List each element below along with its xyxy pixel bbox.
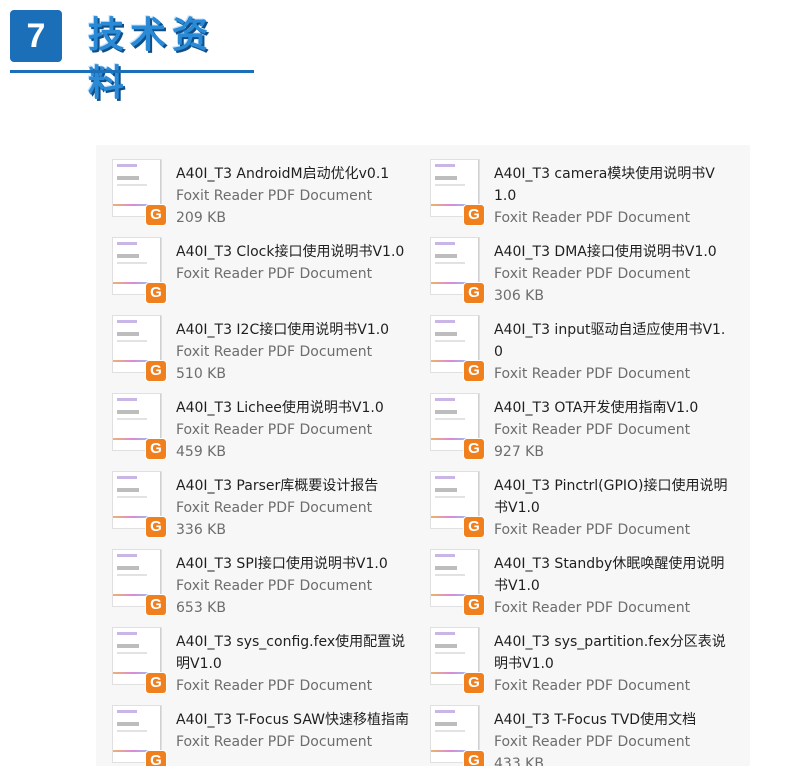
file-item[interactable]: G A40I_T3 I2C接口使用说明书V1.0 Foxit Reader PD… [96, 305, 412, 382]
file-info: A40I_T3 OTA开发使用指南V1.0 Foxit Reader PDF D… [494, 397, 728, 463]
file-size: 209 KB [176, 210, 226, 226]
file-type: Foxit Reader PDF Document [176, 422, 373, 438]
file-item[interactable]: G A40I_T3 T-Focus SAW快速移植指南 Foxit Reader… [96, 695, 412, 766]
section-header: 7 技术资料 [10, 10, 254, 104]
file-info: A40I_T3 Clock接口使用说明书V1.0 Foxit Reader PD… [176, 241, 410, 285]
file-name: A40I_T3 camera模块使用说明书V1.0 [494, 166, 715, 204]
file-name: A40I_T3 T-Focus SAW快速移植指南 [176, 712, 409, 728]
foxit-reader-icon: G [146, 361, 166, 381]
file-item[interactable]: G A40I_T3 Pinctrl(GPIO)接口使用说明书V1.0 Foxit… [414, 461, 730, 538]
file-name: A40I_T3 I2C接口使用说明书V1.0 [176, 322, 390, 338]
file-size: 306 KB [494, 288, 544, 304]
foxit-reader-icon: G [146, 595, 166, 615]
file-name: A40I_T3 sys_partition.fex分区表说明书V1.0 [494, 634, 726, 672]
foxit-reader-icon: G [464, 283, 484, 303]
file-info: A40I_T3 Pinctrl(GPIO)接口使用说明书V1.0 Foxit R… [494, 475, 728, 541]
file-item[interactable]: G A40I_T3 SPI接口使用说明书V1.0 Foxit Reader PD… [96, 539, 412, 616]
file-name: A40I_T3 OTA开发使用指南V1.0 [494, 400, 699, 416]
file-name: A40I_T3 Lichee使用说明书V1.0 [176, 400, 384, 416]
file-item[interactable]: G A40I_T3 Clock接口使用说明书V1.0 Foxit Reader … [96, 227, 412, 303]
file-name: A40I_T3 T-Focus TVD使用文档 [494, 712, 697, 728]
file-item[interactable]: G A40I_T3 Standby休眠唤醒使用说明书V1.0 Foxit Rea… [414, 539, 730, 616]
file-name: A40I_T3 input驱动自适应使用书V1.0 [494, 322, 726, 360]
file-info: A40I_T3 input驱动自适应使用书V1.0 Foxit Reader P… [494, 319, 728, 385]
file-type: Foxit Reader PDF Document [494, 366, 691, 382]
foxit-reader-icon: G [464, 517, 484, 537]
foxit-reader-icon: G [146, 751, 166, 766]
file-name: A40I_T3 Standby休眠唤醒使用说明书V1.0 [494, 556, 725, 594]
file-type: Foxit Reader PDF Document [176, 344, 373, 360]
file-type: Foxit Reader PDF Document [494, 266, 691, 282]
page: 7 技术资料 G A40I_T3 AndroidM启动优化v0.1 Foxit … [0, 0, 808, 766]
foxit-reader-icon: G [146, 439, 166, 459]
file-size: 510 KB [176, 366, 226, 382]
file-type: Foxit Reader PDF Document [494, 522, 691, 538]
file-info: A40I_T3 Lichee使用说明书V1.0 Foxit Reader PDF… [176, 397, 410, 463]
file-name: A40I_T3 SPI接口使用说明书V1.0 [176, 556, 388, 572]
file-size: 459 KB [176, 444, 226, 460]
foxit-reader-icon: G [146, 673, 166, 693]
file-item[interactable]: G A40I_T3 sys_partition.fex分区表说明书V1.0 Fo… [414, 617, 730, 694]
file-item[interactable]: G A40I_T3 AndroidM启动优化v0.1 Foxit Reader … [96, 149, 412, 226]
file-item[interactable]: G A40I_T3 DMA接口使用说明书V1.0 Foxit Reader PD… [414, 227, 730, 304]
section-number-badge: 7 [10, 10, 62, 62]
file-type: Foxit Reader PDF Document [494, 210, 691, 226]
file-name: A40I_T3 Parser库概要设计报告 [176, 478, 379, 494]
file-info: A40I_T3 Standby休眠唤醒使用说明书V1.0 Foxit Reade… [494, 553, 728, 619]
file-type: Foxit Reader PDF Document [494, 422, 691, 438]
file-type: Foxit Reader PDF Document [494, 734, 691, 750]
file-size: 336 KB [176, 522, 226, 538]
file-name: A40I_T3 AndroidM启动优化v0.1 [176, 166, 390, 182]
file-size: 653 KB [176, 600, 226, 616]
file-type: Foxit Reader PDF Document [176, 266, 373, 282]
file-size: 927 KB [494, 444, 544, 460]
file-type: Foxit Reader PDF Document [176, 678, 373, 694]
file-info: A40I_T3 T-Focus TVD使用文档 Foxit Reader PDF… [494, 709, 728, 766]
file-info: A40I_T3 I2C接口使用说明书V1.0 Foxit Reader PDF … [176, 319, 410, 385]
file-type: Foxit Reader PDF Document [176, 500, 373, 516]
file-type: Foxit Reader PDF Document [176, 734, 373, 750]
file-info: A40I_T3 Parser库概要设计报告 Foxit Reader PDF D… [176, 475, 410, 541]
file-info: A40I_T3 AndroidM启动优化v0.1 Foxit Reader PD… [176, 163, 410, 229]
section-title: 技术资料 [88, 15, 215, 104]
file-info: A40I_T3 SPI接口使用说明书V1.0 Foxit Reader PDF … [176, 553, 410, 619]
file-info: A40I_T3 sys_partition.fex分区表说明书V1.0 Foxi… [494, 631, 728, 697]
foxit-reader-icon: G [146, 517, 166, 537]
file-info: A40I_T3 camera模块使用说明书V1.0 Foxit Reader P… [494, 163, 728, 229]
header-underline [10, 70, 254, 73]
foxit-reader-icon: G [464, 751, 484, 766]
file-info: A40I_T3 DMA接口使用说明书V1.0 Foxit Reader PDF … [494, 241, 728, 307]
foxit-reader-icon: G [464, 595, 484, 615]
file-info: A40I_T3 sys_config.fex使用配置说明V1.0 Foxit R… [176, 631, 410, 697]
file-item[interactable]: G A40I_T3 input驱动自适应使用书V1.0 Foxit Reader… [414, 305, 730, 382]
foxit-reader-icon: G [464, 673, 484, 693]
file-name: A40I_T3 Pinctrl(GPIO)接口使用说明书V1.0 [494, 478, 728, 516]
file-name: A40I_T3 Clock接口使用说明书V1.0 [176, 244, 405, 260]
foxit-reader-icon: G [464, 439, 484, 459]
file-item[interactable]: G A40I_T3 OTA开发使用指南V1.0 Foxit Reader PDF… [414, 383, 730, 460]
foxit-reader-icon: G [464, 361, 484, 381]
foxit-reader-icon: G [464, 205, 484, 225]
file-list-panel: G A40I_T3 AndroidM启动优化v0.1 Foxit Reader … [96, 145, 750, 766]
file-size: 433 KB [494, 756, 544, 766]
file-type: Foxit Reader PDF Document [494, 600, 691, 616]
file-type: Foxit Reader PDF Document [176, 188, 373, 204]
file-type: Foxit Reader PDF Document [176, 578, 373, 594]
file-item[interactable]: G A40I_T3 camera模块使用说明书V1.0 Foxit Reader… [414, 149, 730, 226]
file-info: A40I_T3 T-Focus SAW快速移植指南 Foxit Reader P… [176, 709, 410, 753]
foxit-reader-icon: G [146, 205, 166, 225]
file-item[interactable]: G A40I_T3 Lichee使用说明书V1.0 Foxit Reader P… [96, 383, 412, 460]
file-name: A40I_T3 DMA接口使用说明书V1.0 [494, 244, 717, 260]
file-type: Foxit Reader PDF Document [494, 678, 691, 694]
file-item[interactable]: G A40I_T3 Parser库概要设计报告 Foxit Reader PDF… [96, 461, 412, 538]
file-item[interactable]: G A40I_T3 sys_config.fex使用配置说明V1.0 Foxit… [96, 617, 412, 694]
foxit-reader-icon: G [146, 283, 166, 303]
file-name: A40I_T3 sys_config.fex使用配置说明V1.0 [176, 634, 406, 672]
file-item[interactable]: G A40I_T3 T-Focus TVD使用文档 Foxit Reader P… [414, 695, 730, 766]
